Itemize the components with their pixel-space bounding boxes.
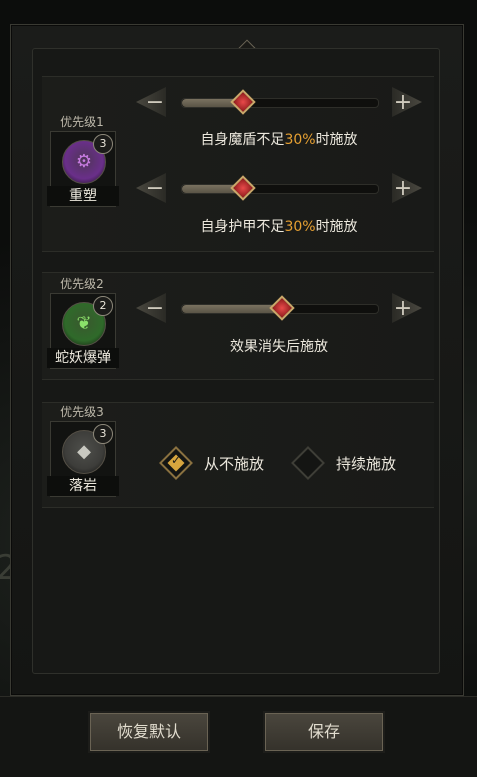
skill-icon-frame: ◆ 3 落岩	[47, 421, 119, 497]
skill-row-1: 优先级1 ⚙ 3 重塑 − + 自身魔盾不足30%时施放 − + 自身护甲不足3…	[42, 76, 434, 252]
skill-name: 蛇妖爆弹	[47, 348, 119, 368]
radio-icon[interactable]	[291, 446, 325, 480]
skill-level-badge: 3	[93, 424, 113, 444]
increase-button[interactable]: +	[392, 173, 422, 203]
serpent-icon: ❦	[76, 313, 92, 334]
skill-icon-frame: ⚙ 3 重塑	[47, 131, 119, 207]
rock-icon: ◆	[77, 441, 91, 462]
rune-icon: ⚙	[75, 151, 93, 172]
increase-button[interactable]: +	[392, 87, 422, 117]
slider-handle[interactable]	[269, 295, 295, 321]
skill-row-2: 优先级2 ❦ 2 蛇妖爆弹 − + 效果消失后施放	[42, 272, 434, 380]
decrease-button[interactable]: −	[136, 293, 166, 323]
priority-label: 优先级2	[60, 277, 104, 291]
decrease-button[interactable]: −	[136, 173, 166, 203]
footer-bar: 恢复默认 保存	[0, 696, 477, 777]
skill-name: 落岩	[47, 476, 119, 496]
slider-track[interactable]	[181, 295, 379, 321]
slider-magic-shield: − +	[136, 87, 422, 121]
priority-label: 优先级1	[60, 115, 104, 129]
slider-effect: − +	[136, 293, 422, 327]
condition-text: 自身护甲不足30%时施放	[200, 219, 358, 235]
slider-handle[interactable]	[230, 89, 256, 115]
skill-row-3: 优先级3 ◆ 3 落岩 ✓ 从不施放 持续施放	[42, 402, 434, 508]
decrease-button[interactable]: −	[136, 87, 166, 117]
slider-armor: − +	[136, 173, 422, 207]
increase-button[interactable]: +	[392, 293, 422, 323]
slider-track[interactable]	[181, 89, 379, 115]
skill-level-badge: 2	[93, 296, 113, 316]
skill-name: 重塑	[47, 186, 119, 206]
choice-continuous-cast[interactable]: 持续施放	[291, 446, 396, 480]
choice-never-cast[interactable]: ✓ 从不施放	[159, 446, 264, 480]
skill-icon-frame: ❦ 2 蛇妖爆弹	[47, 293, 119, 369]
save-button[interactable]: 保存	[265, 713, 383, 751]
checked-radio-icon[interactable]: ✓	[159, 446, 193, 480]
slider-fill	[182, 305, 280, 313]
priority-label: 优先级3	[60, 405, 104, 419]
skill-level-badge: 3	[93, 134, 113, 154]
condition-text: 效果消失后施放	[230, 339, 328, 355]
condition-text: 自身魔盾不足30%时施放	[200, 132, 358, 148]
slider-track[interactable]	[181, 175, 379, 201]
reset-default-button[interactable]: 恢复默认	[90, 713, 208, 751]
slider-handle[interactable]	[230, 175, 256, 201]
